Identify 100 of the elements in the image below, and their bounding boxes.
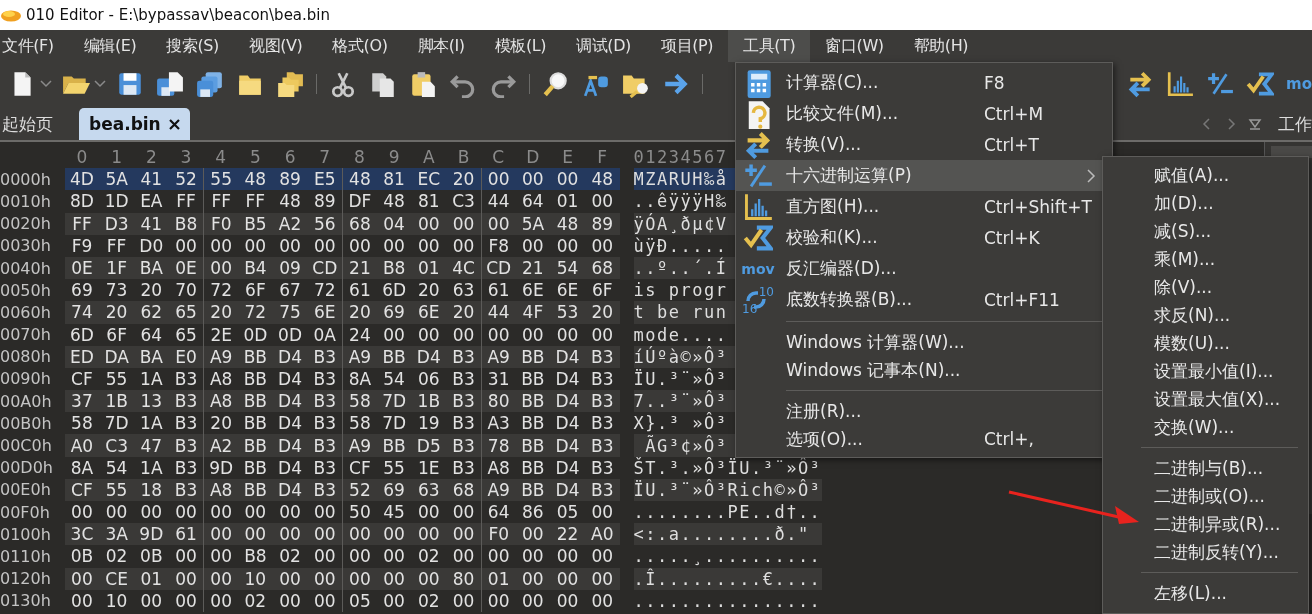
hex-byte[interactable]: 00 xyxy=(452,502,475,523)
hex-byte[interactable]: 1F xyxy=(106,258,127,279)
hex-byte[interactable]: B3 xyxy=(313,435,336,456)
hex-byte[interactable]: 22 xyxy=(556,524,579,545)
hex-byte[interactable]: 00 xyxy=(556,169,579,190)
hex-byte[interactable]: B3 xyxy=(313,479,336,500)
hex-byte[interactable]: 00 xyxy=(175,502,197,523)
caret-icon[interactable] xyxy=(40,80,52,88)
hex-byte[interactable]: B3 xyxy=(174,479,198,500)
hex-byte[interactable]: 54 xyxy=(105,457,128,478)
hex-byte[interactable]: 61 xyxy=(487,280,510,301)
hex-byte[interactable]: 69 xyxy=(383,479,405,500)
hex-byte[interactable]: 00 xyxy=(383,590,405,611)
hex-byte[interactable]: D4 xyxy=(278,346,302,367)
hex-byte[interactable]: 86 xyxy=(522,502,544,523)
hex-byte[interactable]: BB xyxy=(521,479,545,500)
hex-byte[interactable]: 02 xyxy=(105,546,128,567)
hex-byte[interactable]: 3A xyxy=(105,524,128,545)
hex-byte[interactable]: 02 xyxy=(279,546,301,567)
hex-byte[interactable]: 64 xyxy=(487,502,510,523)
menu-bar-item[interactable]: 格式(O) xyxy=(317,30,403,62)
hex-byte[interactable]: CF xyxy=(71,368,93,389)
hex-byte[interactable]: D4 xyxy=(555,479,580,500)
hex-byte[interactable]: 00 xyxy=(210,590,232,611)
hex-byte[interactable]: 00 xyxy=(244,524,267,545)
hex-byte[interactable]: 20 xyxy=(140,280,163,301)
hex-byte[interactable]: BB xyxy=(521,391,545,412)
hex-byte[interactable]: 7D xyxy=(382,391,407,412)
hex-byte[interactable]: F9 xyxy=(71,235,93,256)
hex-byte[interactable]: 00 xyxy=(313,524,336,545)
hex-byte[interactable]: BB xyxy=(521,413,545,434)
hex-byte[interactable]: D5 xyxy=(416,435,441,456)
hex-byte[interactable]: B5 xyxy=(244,213,267,234)
hex-byte[interactable]: 00 xyxy=(522,590,544,611)
hex-byte[interactable]: A3 xyxy=(487,413,510,434)
hex-byte[interactable]: 00 xyxy=(522,324,544,345)
hex-byte[interactable]: B3 xyxy=(591,479,614,500)
hex-byte[interactable]: 00 xyxy=(591,568,614,589)
hex-byte[interactable]: 00 xyxy=(418,568,440,589)
scissors-icon[interactable] xyxy=(329,70,357,98)
hex-byte[interactable]: BA xyxy=(139,346,163,367)
hex-byte[interactable]: 80 xyxy=(487,391,510,412)
hex-byte[interactable]: 89 xyxy=(279,169,301,190)
hex-byte[interactable]: 50 xyxy=(349,502,371,523)
hex-byte[interactable]: BB xyxy=(243,435,268,456)
hex-byte[interactable]: DA xyxy=(104,346,129,367)
menu-item[interactable]: 二进制或(O)... xyxy=(1103,482,1308,510)
hex-byte[interactable]: 00 xyxy=(244,502,267,523)
hex-byte[interactable]: 6F xyxy=(591,280,613,301)
hex-byte[interactable]: 00 xyxy=(591,502,614,523)
hex-byte[interactable]: 00 xyxy=(452,590,475,611)
hex-byte[interactable]: 89 xyxy=(313,191,336,212)
menu-item[interactable]: 左移(L)... xyxy=(1103,579,1308,607)
caret-icon[interactable] xyxy=(94,80,106,88)
hex-byte[interactable]: 20 xyxy=(452,302,475,323)
hex-byte[interactable]: 00 xyxy=(349,546,371,567)
hex-byte[interactable]: B3 xyxy=(174,435,198,456)
hex-byte[interactable]: 48 xyxy=(556,213,579,234)
hex-byte[interactable]: 00 xyxy=(591,191,614,212)
hex-byte[interactable]: 00 xyxy=(418,324,440,345)
hex-byte[interactable]: 00 xyxy=(140,590,163,611)
hex-byte[interactable]: 67 xyxy=(279,280,301,301)
menu-bar-item[interactable]: 编辑(E) xyxy=(68,30,152,62)
panel-tab[interactable]: 工作 xyxy=(1278,112,1312,136)
hex-byte[interactable]: 00 xyxy=(418,502,440,523)
menu-bar-item[interactable]: 工具(T) xyxy=(728,30,811,62)
hex-byte[interactable]: 9D xyxy=(139,524,164,545)
hex-byte[interactable]: 4C xyxy=(452,258,475,279)
hex-byte[interactable]: BB xyxy=(521,435,545,456)
hex-byte[interactable]: 55 xyxy=(105,479,128,500)
hex-byte[interactable]: B3 xyxy=(174,413,198,434)
histogram-icon[interactable] xyxy=(1166,70,1195,98)
toolbar-icon-label[interactable]: mo xyxy=(1286,75,1312,93)
hex-byte[interactable]: D4 xyxy=(278,368,302,389)
hex-byte[interactable]: 70 xyxy=(175,280,197,301)
menu-bar-item[interactable]: 脚本(I) xyxy=(402,30,480,62)
hex-byte[interactable]: D4 xyxy=(555,368,580,389)
hex-byte[interactable]: 6E xyxy=(522,280,544,301)
hex-byte[interactable]: ED xyxy=(70,346,94,367)
hex-byte[interactable]: B3 xyxy=(313,413,336,434)
hex-byte[interactable]: 6E xyxy=(418,302,440,323)
hex-byte[interactable]: 58 xyxy=(71,413,93,434)
hex-byte[interactable]: 55 xyxy=(210,169,232,190)
hex-byte[interactable]: CF xyxy=(349,457,371,478)
hex-byte[interactable]: 00 xyxy=(487,590,510,611)
hex-byte[interactable]: 9D xyxy=(209,457,234,478)
hex-byte[interactable]: 24 xyxy=(349,324,371,345)
hex-byte[interactable]: 0D xyxy=(278,324,302,345)
hex-byte[interactable]: 00 xyxy=(210,568,232,589)
hex-byte[interactable]: 00 xyxy=(383,546,405,567)
hex-byte[interactable]: C3 xyxy=(452,191,475,212)
hex-byte[interactable]: 20 xyxy=(210,302,232,323)
hex-byte[interactable]: B8 xyxy=(244,546,267,567)
hex-byte[interactable]: 45 xyxy=(383,502,405,523)
hex-byte[interactable]: 00 xyxy=(383,568,405,589)
hex-byte[interactable]: 78 xyxy=(487,435,510,456)
hex-byte[interactable]: D4 xyxy=(278,457,302,478)
hex-byte[interactable]: BB xyxy=(243,413,268,434)
hex-byte[interactable]: 6D xyxy=(382,280,407,301)
hex-byte[interactable]: 68 xyxy=(349,213,371,234)
